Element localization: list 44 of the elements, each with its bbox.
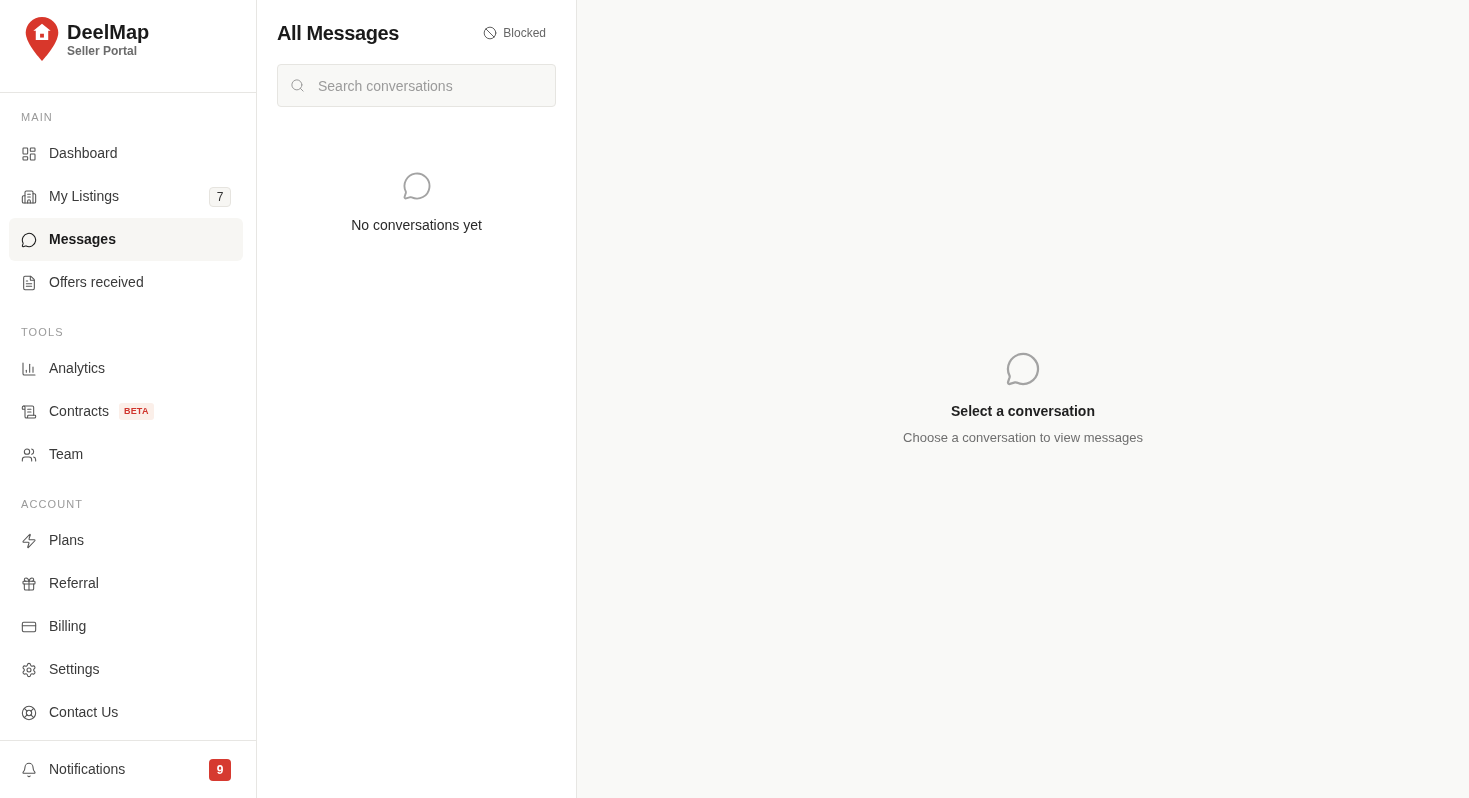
search-field[interactable]: Search conversations: [277, 64, 556, 107]
nav-item[interactable]: Referral: [9, 562, 243, 605]
nav-item[interactable]: Billing: [9, 605, 243, 648]
nav-item[interactable]: Dashboard: [9, 132, 243, 175]
pane-subtitle: Choose a conversation to view messages: [903, 428, 1143, 447]
chat-bubble-icon: [401, 171, 432, 201]
nav-item[interactable]: Team: [9, 433, 243, 476]
section-label: ACCOUNT: [21, 497, 84, 512]
notification-count-badge: 9: [209, 758, 231, 781]
bar-chart-icon: [21, 360, 37, 377]
nav-item[interactable]: Offers received: [9, 261, 243, 304]
empty-state-text: No conversations yet: [351, 216, 482, 235]
bell-icon: [21, 761, 37, 778]
document-icon: [21, 274, 37, 291]
nav-item[interactable]: Plans: [9, 519, 243, 562]
search-icon: [290, 78, 305, 93]
blocked-icon: [483, 26, 498, 40]
nav-item[interactable]: Contact Us: [9, 691, 243, 734]
chat-bubble-icon: [1005, 350, 1041, 387]
map-pin-house-logo: [24, 16, 60, 62]
scroll-icon: [21, 403, 37, 420]
pane-title: Select a conversation: [951, 401, 1095, 421]
building-icon: [21, 188, 37, 205]
users-icon: [21, 446, 37, 463]
dashboard-icon: [21, 145, 37, 162]
nav-item[interactable]: Messages: [9, 218, 243, 261]
nav-item[interactable]: Contracts BETA: [9, 390, 243, 433]
panel-title: All Messages: [277, 21, 399, 46]
section-label: MAIN: [21, 110, 53, 125]
nav-item[interactable]: My Listings 7: [9, 175, 243, 218]
beta-tag: BETA: [118, 403, 154, 420]
brand-name: DeelMap: [67, 20, 150, 44]
gift-icon: [21, 575, 37, 592]
blocked-button[interactable]: Blocked: [473, 20, 556, 46]
settings-icon: [21, 661, 37, 678]
nav-item[interactable]: Settings: [9, 648, 243, 691]
nav-item[interactable]: Analytics: [9, 347, 243, 390]
count-badge: 7: [209, 186, 231, 207]
lifebuoy-icon: [21, 704, 37, 721]
brand-subtitle: Seller Portal: [67, 44, 138, 59]
section-label: TOOLS: [21, 325, 64, 340]
nav-item[interactable]: Notifications 9: [9, 748, 243, 791]
lightning-icon: [21, 532, 37, 549]
chat-bubble-icon: [21, 231, 37, 248]
